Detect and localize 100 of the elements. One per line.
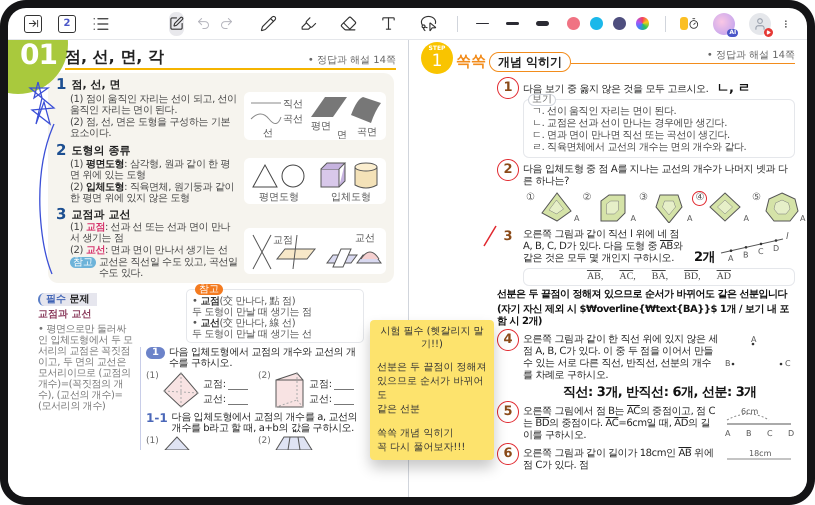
color-swatch[interactable]: [567, 17, 580, 30]
point-label: B: [725, 359, 730, 368]
problem-number: 1: [146, 347, 165, 359]
pyramid-drawing: [539, 191, 573, 223]
color-swatch[interactable]: [613, 17, 626, 30]
choice-number[interactable]: ⑤: [748, 191, 764, 206]
figure-label: 교점: [273, 234, 293, 246]
measure-label: 18cm: [749, 449, 772, 458]
example-statement: ㄷ. 면과 면이 만나면 직선 또는 곡선이 생긴다.: [532, 130, 731, 142]
tip-text: • 평면으로만 둘러싸인 입체도형에서 두 모서리의 교점은 꼭짓점이고, 두 면의 교선은 모서리이므로 (교점의 개수)=(꼭짓점의 개수), (교선의 개수)=(모서리의 개수): [38, 324, 134, 412]
choice-number[interactable]: ①: [523, 191, 538, 206]
color-swatch[interactable]: [590, 17, 604, 30]
question-text: 다음 보기 중 옳지 않은 것을 모두 고르시오.: [523, 84, 708, 95]
octahedron-drawing: [708, 191, 742, 223]
section-title: 도형의 종류: [71, 144, 130, 158]
question-number: 3: [502, 229, 514, 245]
section-tag: 필수 문제: [38, 293, 98, 306]
problem-text: 다음 입체도형에서 교점의 개수를 a, 교선의 개수를 b라고 할 때, a+b의 값을 구하시오.: [172, 412, 358, 434]
prism-drawing: [274, 371, 306, 409]
section-number: 3: [56, 207, 66, 222]
color-palette-button[interactable]: [636, 17, 650, 30]
definition-text: (1) 점이 움직인 자리는 선이 되고, 선이 움직인 자리는 면이 된다.: [70, 94, 238, 116]
definition-text: (1) 교점: 선과 선 또는 선과 면이 만나서 생기는 점: [70, 222, 232, 244]
arrow-to-line-icon: [28, 18, 38, 29]
point-dot: [774, 239, 778, 242]
plane-drawing: [311, 97, 347, 117]
question-number: 2: [497, 159, 519, 181]
blank-label: 교선:: [308, 394, 332, 405]
part-marker: (1): [146, 436, 159, 447]
choice-number[interactable]: ④: [692, 191, 708, 206]
section-title: 점, 선, 면: [71, 78, 120, 92]
circle-drawing: [282, 164, 304, 188]
figure-label: 직선: [283, 99, 303, 110]
point-label: B: [746, 429, 752, 438]
pyramid-drawing: [162, 371, 200, 409]
question-number: 6: [497, 443, 519, 465]
sticky-note-text: 쏙쏙 개념 익히기 꼭 다시 풀어보자!!!: [377, 427, 466, 455]
point-label: A: [751, 335, 756, 344]
measure-label: 6cm: [741, 407, 758, 416]
definition-text: (1) 평면도형: 삼각형, 원과 같이 한 평면 위에 있는 도형: [70, 158, 232, 180]
point-label: C: [785, 359, 791, 368]
figure-label: 곡선: [283, 114, 303, 125]
profile-avatar[interactable]: [749, 12, 772, 34]
blank-label: 교선:: [202, 394, 226, 405]
blank-label: 교점:: [202, 379, 226, 390]
polyhedron-drawing: [764, 191, 799, 223]
vertex-label: A: [574, 214, 580, 223]
option-text: AB,: [586, 271, 604, 283]
check-mark-icon: [483, 225, 497, 247]
point-label: C: [758, 247, 764, 256]
topic-label: 교점과 교선: [38, 309, 92, 321]
sticky-note-title: 시험 필수 (헷갈리지 말기!!): [379, 325, 485, 351]
problem-number: 1-1: [146, 412, 168, 424]
ai-assistant-avatar[interactable]: [713, 12, 736, 34]
question-number: 1: [497, 77, 519, 99]
point-label: C: [767, 429, 773, 438]
section-number: 1: [56, 77, 66, 92]
question-text: 오른쪽 그림과 같이 한 직선 위에 있지 않은 세 점 A, B, C가 있다. 이 중 두 점을 이어서 만들 수 있는 서로 다른 직선, 반직선, 선분의 개수를 차례로 구하시오.: [523, 334, 719, 382]
point-label: A: [728, 254, 734, 263]
cube-drawing: [320, 162, 346, 188]
choice-number[interactable]: ②: [579, 191, 594, 206]
choice-number[interactable]: ③: [636, 191, 651, 206]
handwritten-answer: 직선: 3개, 반직선: 6개, 선분: 3개: [563, 385, 758, 400]
section-number: 2: [56, 143, 66, 158]
example-statement: ㄴ. 교점은 선과 선이 만나는 경우에만 생긴다.: [532, 118, 728, 130]
question-number: 4: [497, 329, 519, 351]
option-text: BA,: [652, 271, 668, 283]
vertex-label: A: [743, 214, 749, 223]
note-text: 교선은 직선일 수도 있고, 곡선일 수도 있다.: [99, 257, 238, 279]
vertex-label: A: [686, 214, 692, 223]
question-text: 다음 입체도형 중 점 A를 지나는 교선의 개수가 나머지 넷과 다른 하나는?: [523, 164, 789, 188]
point-dot: [760, 242, 762, 246]
crossing-lines-drawing: [252, 234, 316, 269]
line-label: l: [786, 232, 789, 242]
question-number: 5: [497, 401, 519, 423]
segment-drawing: [726, 414, 792, 424]
page-title: 개념 익히기: [489, 52, 572, 72]
problem-text: 다음 입체도형에서 교점의 개수와 교선의 개수를 구하시오.: [168, 347, 357, 369]
intersecting-planes-drawing: [326, 248, 382, 267]
figure-label: 교선: [355, 232, 375, 244]
example-statement: ㄹ. 직육면체에서 교선의 개수는 면의 개수와 같다.: [532, 142, 748, 154]
pen-mode-button[interactable]: [168, 12, 184, 36]
point-dot: [732, 362, 734, 366]
panel-toggle-button[interactable]: [24, 14, 42, 32]
figure-label: 입체도형: [331, 192, 371, 203]
point-dot: [744, 246, 748, 249]
question-text: 오른쪽 그림과 같이 직선 l 위에 네 점 A, B, C, D가 있다. 다음 도형 중 AB와 같은 것은 모두 몇 개인지 구하시오.: [523, 229, 684, 265]
chapter-number: 01: [20, 40, 57, 70]
series-brand: 쏙쏙: [456, 52, 486, 70]
part-marker: (2): [258, 371, 271, 382]
page-number-button[interactable]: 2: [58, 14, 76, 32]
vertex-label: A: [800, 214, 806, 223]
part-marker: (1): [146, 371, 159, 382]
answer-reference: • 정답과 해설 14쪽: [706, 50, 795, 62]
question-text: 오른쪽 그림에서 점 B는 AC의 중점이고, 점 C는 BD의 중점이다. AC=6cm일 때, AD의 길이를 구하시오.: [523, 406, 716, 442]
handwritten-note: 선분은 두 끝점이 정해져 있으므로 순서가 바뀌어도 같은 선분입니다: [497, 289, 788, 301]
definition-text: (2) 점, 선, 면은 도형을 구성하는 기본 요소이다.: [70, 116, 232, 138]
example-statement: ㄱ. 선이 움직인 자리는 면이 된다.: [532, 106, 678, 118]
section-title: 교점과 교선: [71, 208, 130, 222]
figure-label: 선: [263, 128, 273, 139]
